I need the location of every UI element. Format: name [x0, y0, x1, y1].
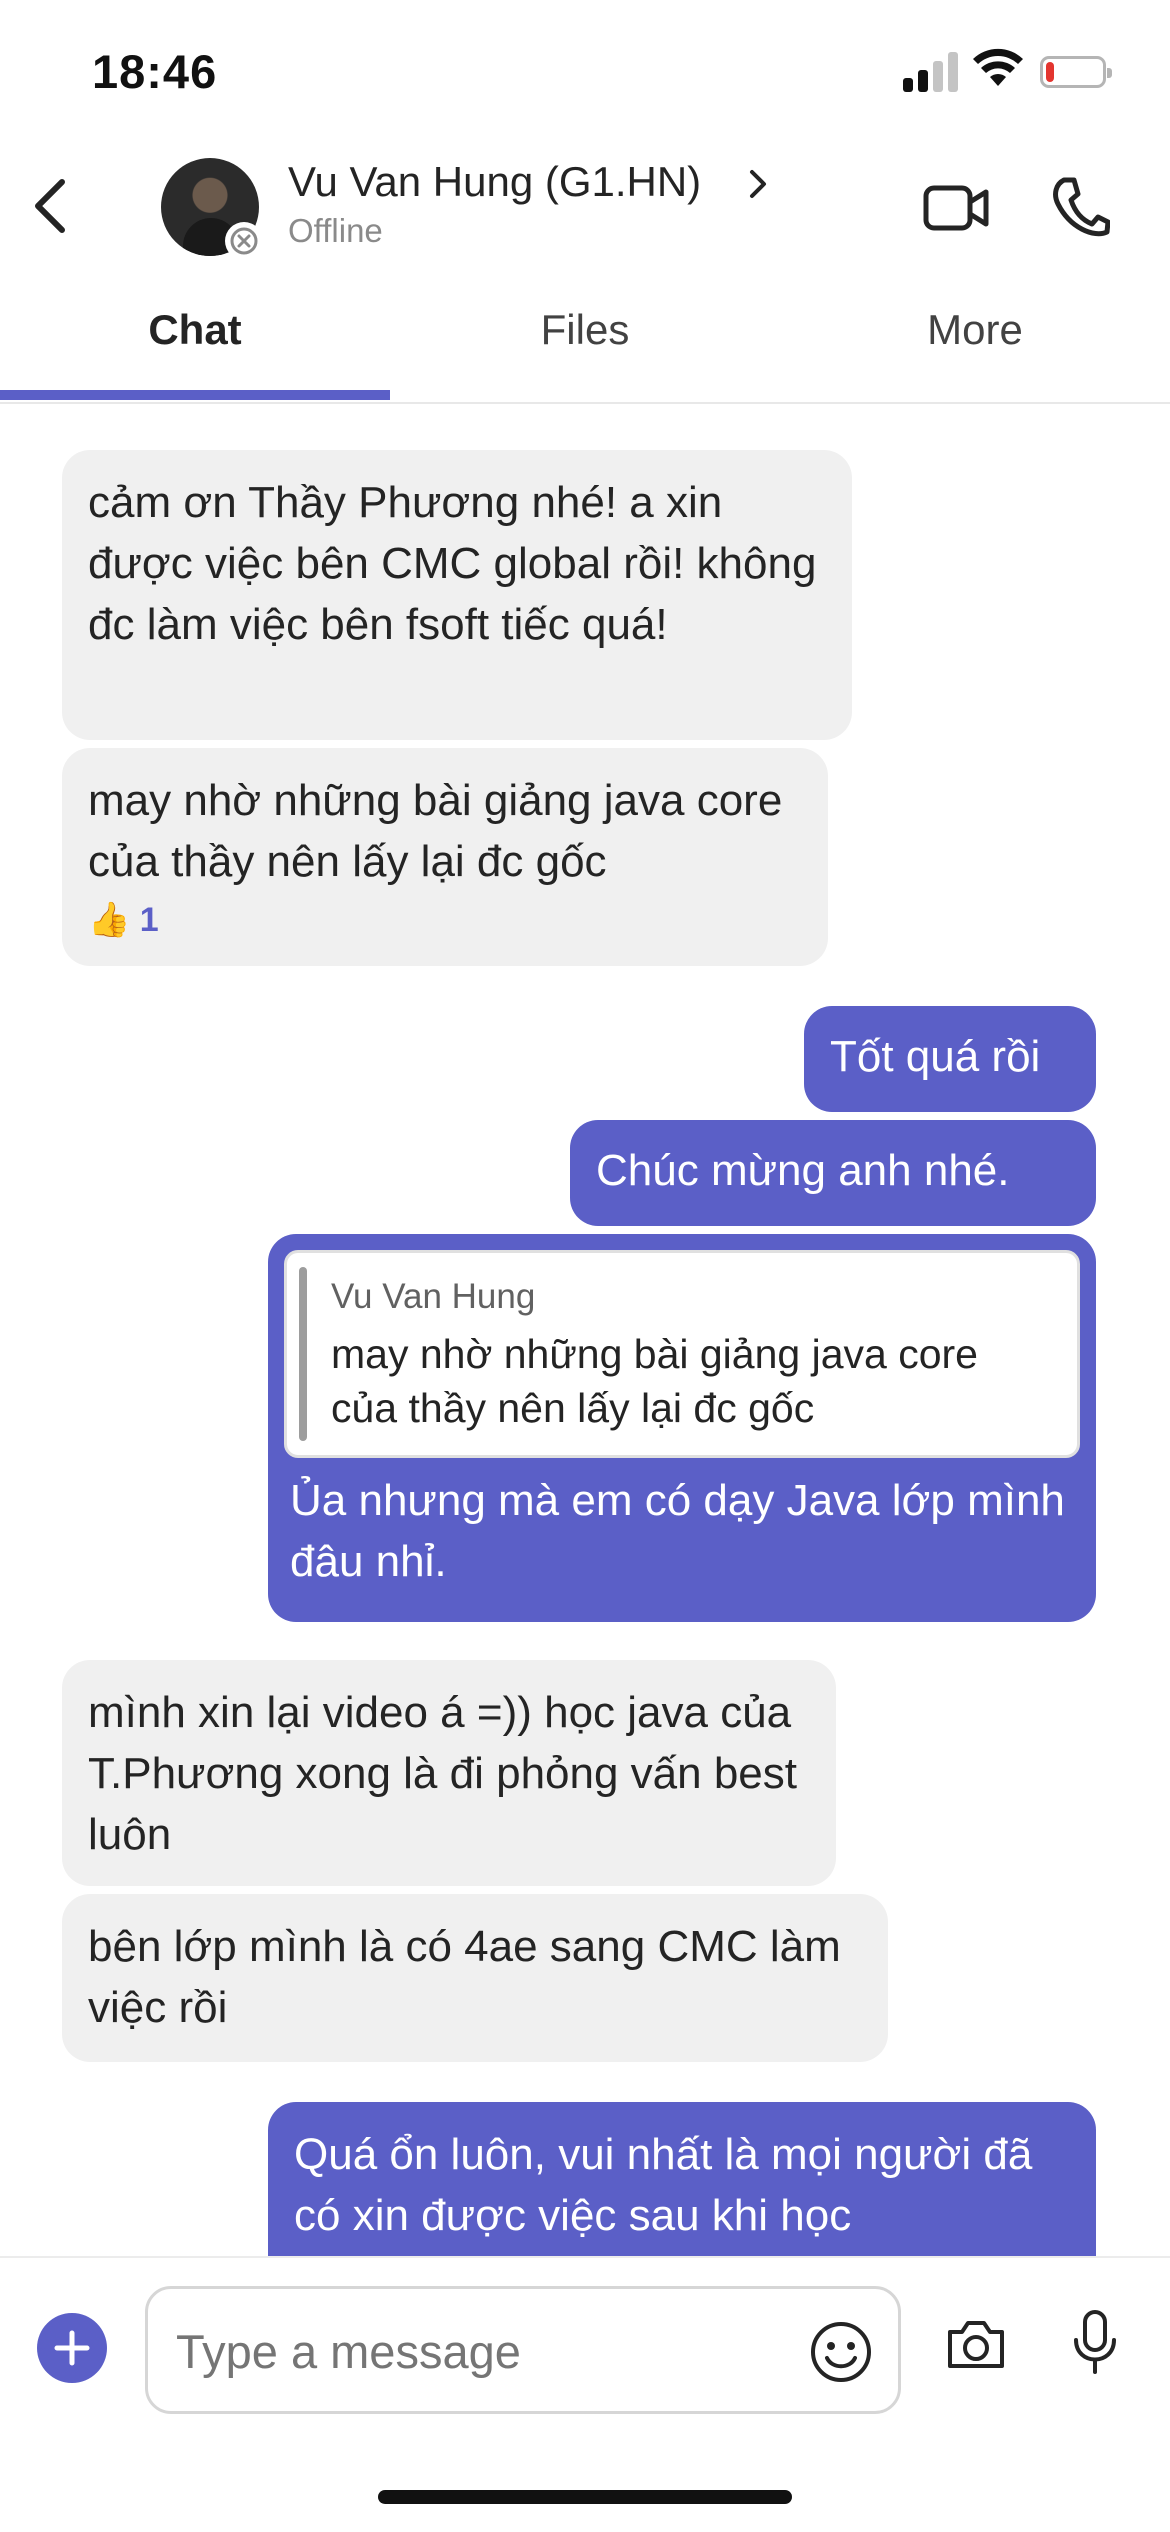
camera-icon: [948, 2321, 1004, 2368]
incoming-message[interactable]: mình xin lại video á =)) học java của T.…: [62, 1660, 836, 1886]
add-attachment-button[interactable]: [37, 2313, 107, 2383]
status-time: 18:46: [92, 45, 218, 98]
message-text: Tốt quá rồi: [830, 1032, 1041, 1081]
quoted-text: may nhờ những bài giảng java core của th…: [331, 1331, 978, 1431]
incoming-message[interactable]: cảm ơn Thầy Phương nhé! a xin được việc …: [62, 450, 852, 740]
status-bar: 18:46: [0, 0, 1170, 140]
quoted-author: Vu Van Hung: [331, 1277, 536, 1316]
emoji-button[interactable]: [808, 2319, 874, 2390]
tab-bar: Chat Files More: [0, 280, 1170, 404]
tab-files[interactable]: Files: [390, 280, 780, 400]
tab-chat[interactable]: Chat: [0, 280, 390, 400]
smiley-face-icon: [811, 2322, 871, 2382]
reaction-count: 1: [139, 901, 159, 939]
incoming-message[interactable]: bên lớp mình là có 4ae sang CMC làm việc…: [62, 1894, 888, 2062]
home-indicator[interactable]: [378, 2490, 792, 2504]
message-input[interactable]: [174, 2313, 738, 2389]
offline-status-icon: [225, 222, 263, 260]
battery-icon: [1040, 56, 1112, 88]
message-text: mình xin lại video á =)) học java của T.…: [88, 1688, 798, 1859]
incoming-message[interactable]: may nhờ những bài giảng java core của th…: [62, 748, 828, 966]
back-button[interactable]: [18, 170, 88, 240]
tab-more[interactable]: More: [780, 280, 1170, 400]
message-text: may nhờ những bài giảng java core của th…: [88, 776, 783, 886]
thumbs-up-icon: 👍: [88, 901, 131, 939]
active-tab-indicator: [0, 390, 390, 400]
video-camera-icon: [923, 185, 989, 231]
cellular-signal-icon: [903, 52, 959, 92]
camera-button[interactable]: [944, 2316, 1008, 2377]
message-text: Ủa nhưng mà em có dạy Java lớp mình đâu …: [290, 1476, 1065, 1586]
contact-name[interactable]: Vu Van Hung (G1.HN): [288, 158, 701, 206]
contact-status: Offline: [288, 212, 383, 249]
video-call-button[interactable]: [922, 178, 992, 243]
outgoing-reply-message[interactable]: Vu Van Hung may nhờ những bài giảng java…: [268, 1234, 1096, 1622]
wifi-icon: [972, 48, 1024, 93]
message-text: Quá ổn luôn, vui nhất là mọi người đã có…: [294, 2130, 1033, 2240]
plus-icon: [54, 2330, 90, 2366]
message-text: cảm ơn Thầy Phương nhé! a xin được việc …: [88, 478, 817, 649]
microphone-button[interactable]: [1070, 2308, 1120, 2381]
reaction-badge[interactable]: 👍 1: [88, 900, 802, 940]
battery-level: [1046, 62, 1054, 82]
outgoing-message[interactable]: Quá ổn luôn, vui nhất là mọi người đã có…: [268, 2102, 1096, 2256]
audio-call-button[interactable]: [1050, 174, 1111, 245]
message-input-box[interactable]: [145, 2286, 901, 2414]
outgoing-message[interactable]: Tốt quá rồi: [804, 1006, 1096, 1112]
message-text: Chúc mừng anh nhé.: [596, 1146, 1010, 1195]
microphone-icon: [1074, 2310, 1116, 2374]
chevron-left-icon: [35, 179, 65, 233]
chat-header: Vu Van Hung (G1.HN) Offline: [0, 140, 1170, 280]
outgoing-message[interactable]: Chúc mừng anh nhé.: [570, 1120, 1096, 1226]
message-text: bên lớp mình là có 4ae sang CMC làm việc…: [88, 1922, 841, 2032]
chevron-right-icon[interactable]: [745, 164, 771, 209]
quoted-message[interactable]: Vu Van Hung may nhờ những bài giảng java…: [284, 1250, 1080, 1458]
message-list[interactable]: cảm ơn Thầy Phương nhé! a xin được việc …: [0, 404, 1170, 2256]
phone-icon: [1053, 177, 1111, 237]
